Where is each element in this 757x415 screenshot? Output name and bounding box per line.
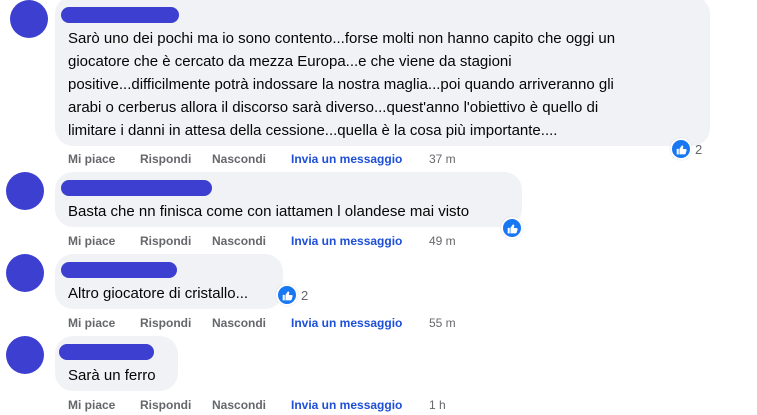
avatar[interactable] [10,0,48,38]
timestamp[interactable]: 37 m [429,152,456,166]
comment-actions: Mi piace Rispondi Nascondi Invia un mess… [0,234,757,250]
comment-actions: Mi piace Rispondi Nascondi Invia un mess… [0,152,757,168]
avatar[interactable] [6,336,44,374]
like-link[interactable]: Mi piace [68,152,115,166]
comment-text: Altro giocatore di cristallo... [68,285,249,302]
send-message-link[interactable]: Invia un messaggio [291,316,402,330]
like-link[interactable]: Mi piace [68,234,115,248]
timestamp[interactable]: 55 m [429,316,456,330]
avatar[interactable] [6,254,44,292]
author-name-redacted[interactable] [61,262,177,278]
like-icon [276,284,298,306]
comment-text: Basta che nn finisca come con iattamen l… [68,203,470,220]
send-message-link[interactable]: Invia un messaggio [291,152,402,166]
send-message-link[interactable]: Invia un messaggio [291,398,402,412]
hide-link[interactable]: Nascondi [212,316,266,330]
send-message-link[interactable]: Invia un messaggio [291,234,402,248]
comment-actions: Mi piace Rispondi Nascondi Invia un mess… [0,398,757,414]
reply-link[interactable]: Rispondi [140,398,191,412]
timestamp[interactable]: 49 m [429,234,456,248]
reply-link[interactable]: Rispondi [140,152,191,166]
hide-link[interactable]: Nascondi [212,152,266,166]
comment-bubble: Basta che nn finisca come con iattamen l… [55,172,522,227]
comment-text: Sarò uno dei pochi ma io sono contento..… [68,30,616,139]
reply-link[interactable]: Rispondi [140,316,191,330]
like-link[interactable]: Mi piace [68,316,115,330]
comment-actions: Mi piace Rispondi Nascondi Invia un mess… [0,316,757,332]
timestamp[interactable]: 1 h [429,398,446,412]
avatar[interactable] [6,172,44,210]
comment-bubble: Sarò uno dei pochi ma io sono contento..… [55,0,710,146]
author-name-redacted[interactable] [61,7,179,23]
reply-link[interactable]: Rispondi [140,234,191,248]
comment-bubble: Sarà un ferro [55,336,178,391]
comment-text: Sarà un ferro [68,367,156,384]
author-name-redacted[interactable] [61,180,212,196]
author-name-redacted[interactable] [59,344,154,360]
like-link[interactable]: Mi piace [68,398,115,412]
hide-link[interactable]: Nascondi [212,398,266,412]
comment-bubble: Altro giocatore di cristallo... [55,254,283,309]
reaction-summary[interactable]: 2 [276,284,308,306]
hide-link[interactable]: Nascondi [212,234,266,248]
reaction-count: 2 [301,287,309,303]
